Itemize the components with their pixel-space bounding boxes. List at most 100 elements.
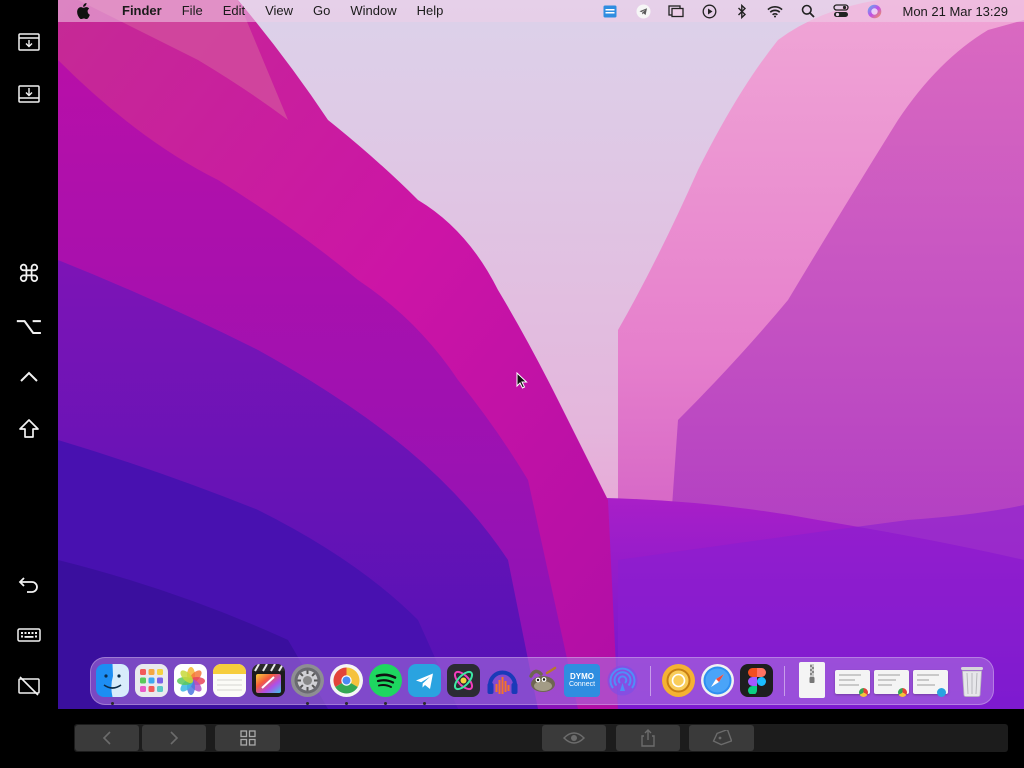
option-icon: ⌥ xyxy=(15,312,43,340)
document-line xyxy=(839,674,861,676)
play-icon[interactable] xyxy=(701,3,717,19)
screen-mirroring-icon[interactable] xyxy=(668,3,685,19)
dock-separator xyxy=(650,666,651,696)
bottom-toolbar xyxy=(74,724,1008,752)
show-menu-bar-button[interactable] xyxy=(12,25,46,59)
dock-trash[interactable] xyxy=(955,664,988,697)
telegram-icon xyxy=(937,688,946,697)
keyboard-button[interactable] xyxy=(12,618,46,652)
amphetamine-icon xyxy=(666,668,691,693)
show-menu-bar-icon xyxy=(18,33,40,51)
spotify-icon xyxy=(375,673,397,688)
running-indicator xyxy=(423,702,426,705)
dock-launchpad[interactable] xyxy=(135,664,168,697)
dock-gimp[interactable] xyxy=(525,664,558,697)
dock-audacity[interactable] xyxy=(486,664,519,697)
dock-final-cut-pro[interactable] xyxy=(252,664,285,697)
tag-button[interactable] xyxy=(689,725,754,751)
shift-key-button[interactable] xyxy=(12,412,46,446)
dock-chrome-document-1[interactable] xyxy=(835,670,870,697)
dock-chrome-document-2[interactable] xyxy=(874,670,909,697)
show-dock-button[interactable] xyxy=(12,77,46,111)
dock-airdrop[interactable] xyxy=(606,664,639,697)
apple-menu-icon[interactable] xyxy=(76,3,90,19)
dock-figma[interactable] xyxy=(740,664,773,697)
disconnect-display-icon xyxy=(18,676,40,696)
dock-dymo-connect[interactable]: DYMO Connect xyxy=(564,664,600,697)
dock-safari[interactable] xyxy=(701,664,734,697)
dock-amphetamine[interactable] xyxy=(662,664,695,697)
telegram-icon xyxy=(415,673,433,689)
menu-edit[interactable]: Edit xyxy=(213,0,255,22)
control-key-button[interactable] xyxy=(12,360,46,394)
disconnect-sidecar-button[interactable] xyxy=(12,669,46,703)
settings-icon xyxy=(294,667,321,694)
photos-icon xyxy=(176,666,205,695)
status-area: Mon 21 Mar 13:29 xyxy=(585,0,1008,22)
dock-zip-archive[interactable] xyxy=(799,662,825,698)
zip-archive-icon xyxy=(809,664,815,683)
grid-view-button[interactable] xyxy=(215,725,280,751)
share-button[interactable] xyxy=(616,725,680,751)
telegram-icon[interactable] xyxy=(635,3,651,19)
menu-file[interactable]: File xyxy=(172,0,213,22)
safari-icon xyxy=(703,666,732,695)
undo-icon xyxy=(18,577,38,593)
option-key-button[interactable]: ⌥ xyxy=(12,309,46,343)
desktop[interactable]: Finder File Edit View Go Window Help Mon… xyxy=(58,0,1024,709)
chevron-left-icon xyxy=(102,731,111,745)
back-button[interactable] xyxy=(75,725,139,751)
tag-icon xyxy=(712,730,732,746)
audacity-icon xyxy=(487,670,518,694)
command-key-button[interactable]: ⌘ xyxy=(12,257,46,291)
menu-go[interactable]: Go xyxy=(303,0,340,22)
document-line xyxy=(839,684,859,686)
quick-look-button[interactable] xyxy=(542,725,606,751)
app-menu-finder[interactable]: Finder xyxy=(108,0,172,22)
dock-motion[interactable] xyxy=(447,664,480,697)
menu-help[interactable]: Help xyxy=(407,0,454,22)
forward-button[interactable] xyxy=(142,725,206,751)
chevron-right-icon xyxy=(170,731,179,745)
final-cut-icon xyxy=(252,664,285,693)
dymo-connect-icon: DYMO xyxy=(570,671,594,681)
share-icon xyxy=(641,729,655,747)
command-icon: ⌘ xyxy=(17,260,41,288)
airdrop-icon xyxy=(607,665,638,696)
dock-spotify[interactable] xyxy=(369,664,402,697)
gimp-icon xyxy=(529,666,557,692)
wifi-icon[interactable] xyxy=(767,3,784,19)
mouse-cursor-icon xyxy=(516,372,528,389)
menu-view[interactable]: View xyxy=(255,0,303,22)
show-dock-icon xyxy=(18,85,40,103)
dock-finder[interactable] xyxy=(96,664,129,697)
dock-system-preferences[interactable] xyxy=(291,664,324,697)
dock: DYMO Connect xyxy=(90,657,994,705)
grid-icon xyxy=(239,730,256,746)
launchpad-icon xyxy=(140,669,163,692)
undo-button[interactable] xyxy=(12,567,46,601)
chrome-icon xyxy=(859,688,868,697)
menu-bar: Finder File Edit View Go Window Help Mon… xyxy=(58,0,1024,22)
dock-notes[interactable] xyxy=(213,664,246,697)
notes-icon xyxy=(213,664,246,691)
dock-telegram[interactable] xyxy=(408,664,441,697)
wallpaper xyxy=(58,0,1024,709)
clock[interactable]: Mon 21 Mar 13:29 xyxy=(902,4,1008,19)
running-indicator xyxy=(111,702,114,705)
dock-google-chrome[interactable] xyxy=(330,664,363,697)
dock-photos[interactable] xyxy=(174,664,207,697)
shift-icon xyxy=(19,419,39,438)
motion-icon xyxy=(453,670,474,691)
running-indicator xyxy=(384,702,387,705)
keyboard-icon xyxy=(17,628,41,642)
finder-icon xyxy=(96,664,129,697)
control-center-icon[interactable] xyxy=(833,3,850,19)
siri-icon[interactable] xyxy=(866,3,882,19)
dock-telegram-document[interactable] xyxy=(913,670,948,697)
dymo-icon[interactable] xyxy=(602,3,618,19)
search-icon[interactable] xyxy=(800,3,816,19)
bluetooth-icon[interactable] xyxy=(734,3,750,19)
menu-window[interactable]: Window xyxy=(340,0,406,22)
chrome-icon xyxy=(333,667,360,694)
